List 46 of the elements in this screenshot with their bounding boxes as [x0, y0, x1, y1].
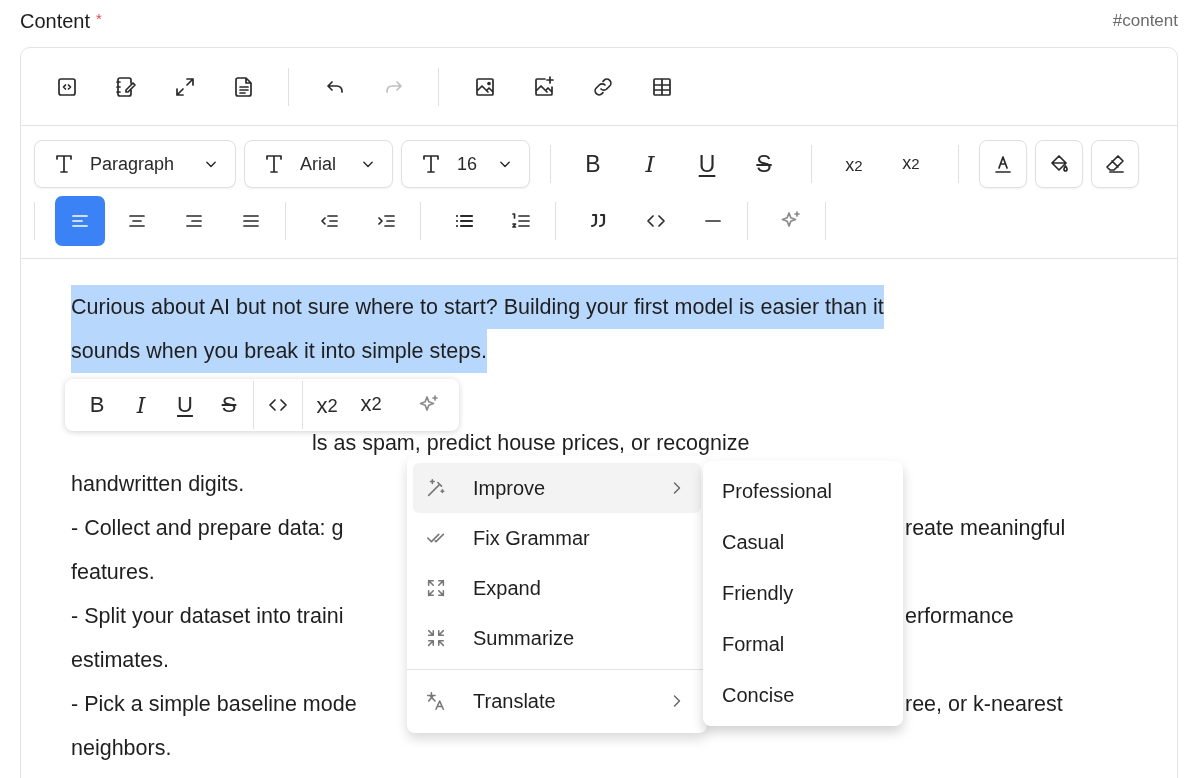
translate-icon: [425, 690, 447, 712]
paragraph-text: - Pick a simple baseline mode: [71, 691, 358, 718]
collapse-icon: [425, 627, 447, 649]
block-type-select[interactable]: Paragraph: [34, 140, 236, 188]
paragraph-text: handwritten digits.: [71, 471, 245, 498]
align-left-icon[interactable]: [55, 196, 105, 246]
paragraph-text: - Collect and prepare data: g: [71, 515, 345, 542]
fill-color-button[interactable]: [1035, 140, 1083, 188]
menu-item[interactable]: Fix Grammar: [413, 513, 701, 563]
paragraph-text: sounds when you break it into simple steps.: [71, 329, 487, 373]
paragraph-text: ree, or k-nearest: [905, 691, 1063, 718]
menu-item[interactable]: Translate: [413, 676, 701, 726]
paragraph-text: - Split your dataset into traini: [71, 603, 345, 630]
font-size-select[interactable]: 16: [401, 140, 530, 188]
menu-item[interactable]: Expand: [413, 563, 701, 613]
paragraph-text: features.: [71, 559, 155, 586]
paragraph-text: neighbors.: [71, 735, 172, 762]
strikethrough-button[interactable]: S: [742, 142, 786, 186]
paragraph-text: erformance: [905, 603, 1014, 630]
expand-icon: [425, 577, 447, 599]
menu-item[interactable]: Friendly: [703, 568, 903, 619]
wand-icon: [425, 477, 447, 499]
paragraph-text: reate meaningful: [905, 515, 1066, 542]
strikethrough-button[interactable]: S: [207, 383, 251, 427]
field-key: #content: [1112, 11, 1178, 31]
menu-item[interactable]: Casual: [703, 517, 903, 568]
bold-button[interactable]: B: [75, 383, 119, 427]
font-family-select[interactable]: Arial: [244, 140, 393, 188]
underline-button[interactable]: U: [163, 383, 207, 427]
paragraph-text: ls as spam, predict house prices, or recognize: [312, 432, 750, 454]
menu-item[interactable]: Improve: [413, 463, 701, 513]
menu-item[interactable]: Concise: [703, 670, 903, 721]
italic-button[interactable]: I: [119, 383, 163, 427]
eraser-icon: [1103, 152, 1127, 176]
bold-button[interactable]: B: [571, 142, 615, 186]
field-label: Content: [20, 9, 91, 33]
clear-format-button[interactable]: [1091, 140, 1139, 188]
menu-item[interactable]: Summarize: [413, 613, 701, 663]
menu-item[interactable]: Professional: [703, 466, 903, 517]
italic-button[interactable]: I: [628, 142, 672, 186]
text-color-button[interactable]: [979, 140, 1027, 188]
paragraph-text: estimates.: [71, 647, 169, 674]
underline-button[interactable]: U: [685, 142, 729, 186]
paragraph-text: Curious about AI but not sure where to start? Building your first model is easier than it: [71, 285, 884, 329]
menu-item[interactable]: Formal: [703, 619, 903, 670]
required-mark: *: [96, 9, 102, 27]
